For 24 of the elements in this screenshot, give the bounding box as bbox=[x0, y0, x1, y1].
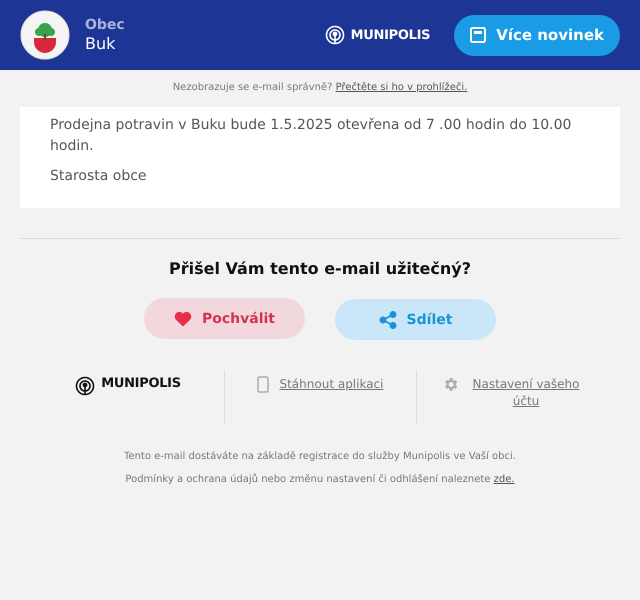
feedback-question: Přišel Vám tento e-mail užitečný? bbox=[168, 259, 472, 278]
share-icon bbox=[378, 310, 397, 328]
logo-icon bbox=[20, 10, 70, 60]
praise-button[interactable]: Pochválit bbox=[144, 298, 305, 339]
broadcast-icon bbox=[75, 376, 96, 396]
heart-icon bbox=[174, 310, 192, 326]
message-paragraph: Prodejna potravin v Buku bude 1.5.2025 otevřena od 7 .00 hodin do 10.00 hodin. bbox=[50, 116, 572, 156]
browser-link[interactable]: Přečtěte si ho v prohlížeči. bbox=[336, 82, 468, 93]
browser-notice: Nezobrazuje se e-mail správně? Přečtěte si ho v prohlížeči. bbox=[172, 82, 468, 93]
terms-note: Podmínky a ochrana údajů nebo změnu nastavení či odhlášení naleznete zde. bbox=[124, 472, 516, 487]
municipality-label: Obec bbox=[85, 16, 125, 34]
phone-icon bbox=[257, 376, 270, 393]
download-app-link[interactable]: Stáhnout aplikaci bbox=[279, 377, 384, 391]
terms-link[interactable]: zde. bbox=[494, 474, 515, 485]
account-settings-link[interactable]: Nastavení vašeho účtu bbox=[468, 376, 584, 410]
brand-logo: MUNIPOLIS bbox=[350, 28, 430, 42]
share-button[interactable]: Sdílet bbox=[335, 299, 496, 340]
brand-logo: MUNIPOLIS bbox=[101, 376, 181, 391]
broadcast-icon bbox=[324, 25, 345, 45]
municipality-name: Buk bbox=[85, 34, 116, 54]
registration-note: Tento e-mail dostáváte na základě registrace do služby Munipolis ve Vaší obci. bbox=[123, 450, 517, 464]
more-news-button[interactable]: Více novinek bbox=[454, 14, 620, 56]
message-paragraph: Starosta obce bbox=[50, 167, 148, 186]
newspaper-icon bbox=[470, 27, 486, 43]
